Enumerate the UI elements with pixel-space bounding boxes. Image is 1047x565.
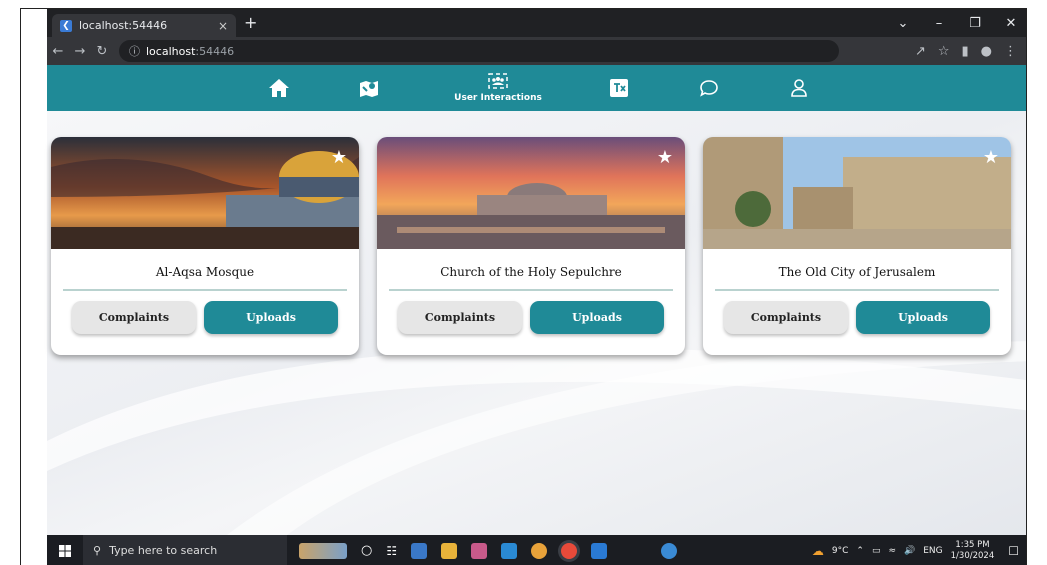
map-icon [360,81,378,97]
share-icon[interactable]: ↗ [915,44,926,59]
nav-user-interactions-label: User Interactions [454,93,542,103]
nav-chat[interactable] [689,65,729,111]
file-app-icon[interactable] [411,542,428,559]
taskbar-apps: ○ ☷ [299,542,678,559]
nav-translate[interactable] [599,65,639,111]
search-placeholder: Type here to search [109,544,218,557]
tray-overflow-icon[interactable]: ⌃ [856,546,864,556]
app-navbar: User Interactions [47,65,1026,111]
toolbar-actions: ↗ ☆ ▮ ● ⋮ [915,44,1026,59]
nav-map[interactable] [349,65,389,111]
restore-button[interactable]: ❐ [957,16,993,31]
windows-logo-icon [59,544,71,557]
uploads-button[interactable]: Uploads [204,301,338,334]
vscode-icon[interactable] [591,542,608,559]
back-icon[interactable]: ← [47,44,69,59]
profile-icon [791,79,807,97]
favorite-star-icon[interactable]: ★ [983,147,999,168]
new-tab-button[interactable]: + [244,13,257,32]
search-highlight-icon[interactable] [299,542,347,559]
profile-avatar-icon[interactable]: ● [981,44,992,59]
old-city-photo [703,137,1011,249]
home-icon [269,79,289,97]
site-info-icon[interactable]: ⓘ [129,43,140,59]
al-aqsa-photo [51,137,359,249]
volume-icon[interactable]: 🔊 [904,546,915,556]
site-card[interactable]: ★ Al-Aqsa Mosque Complaints Uploads [51,137,359,355]
browser-tab[interactable]: ❮ localhost:54446 × [52,14,236,37]
holy-sepulchre-photo [377,137,685,249]
weather-icon[interactable]: ☁ [812,544,824,558]
chat-icon [700,80,718,97]
taskbar-clock[interactable]: 1:35 PM 1/30/2024 [951,540,995,562]
site-card[interactable]: ★ Church of the Holy Sepulchre Complaint… [377,137,685,355]
translate-icon [610,79,628,97]
chrome-active-icon[interactable] [561,542,578,559]
title-divider [715,289,999,291]
browser-tab-bar: ❮ localhost:54446 × + ⌄ – ❐ ✕ [47,9,1026,37]
url-host: localhost [146,44,196,58]
taskbar-search[interactable]: ⚲ Type here to search [83,535,287,565]
search-icon: ⚲ [93,544,102,557]
url-port: :54446 [195,44,235,58]
battery-icon[interactable]: ▭ [872,546,881,556]
tab-close-icon[interactable]: × [218,19,228,33]
menu-kebab-icon[interactable]: ⋮ [1004,44,1017,59]
start-button[interactable] [47,535,83,565]
mail-icon[interactable] [501,542,518,559]
uploads-button[interactable]: Uploads [530,301,664,334]
reload-icon[interactable]: ↻ [91,44,113,59]
language-indicator[interactable]: ENG [923,546,942,556]
title-divider [63,289,347,291]
site-title: The Old City of Jerusalem [778,265,936,279]
system-tray: ☁ 9°C ⌃ ▭ ≈ 🔊 ENG 1:35 PM 1/30/2024 ☐ [812,540,1026,562]
address-toolbar: ← → ↻ ⓘ localhost:54446 ↗ ☆ ▮ ● ⋮ [47,37,1026,65]
favorite-star-icon[interactable]: ★ [331,147,347,168]
clock-time: 1:35 PM [955,539,990,550]
uploads-button[interactable]: Uploads [856,301,990,334]
windows-taskbar: ⚲ Type here to search ○ ☷ ☁ 9°C ⌃ ▭ ≈ 🔊 … [47,535,1026,565]
complaints-button[interactable]: Complaints [72,301,196,334]
weather-temp[interactable]: 9°C [832,546,849,556]
user-interactions-icon [488,73,508,89]
complaints-button[interactable]: Complaints [398,301,522,334]
network-icon[interactable]: ≈ [888,546,896,556]
title-divider [389,289,673,291]
cortana-icon[interactable]: ○ [361,543,372,558]
browser-nav-buttons: ← → ↻ [47,44,113,59]
notification-icon[interactable]: ☐ [1008,544,1019,558]
minimize-button[interactable]: – [921,16,957,31]
chrome-icon[interactable] [531,542,548,559]
tab-search-icon[interactable]: ⌄ [885,16,921,31]
help-icon[interactable] [661,542,678,559]
screen-frame: ❮ localhost:54446 × + ⌄ – ❐ ✕ ← → ↻ ⓘ loca… [20,8,1027,565]
url-bar[interactable]: ⓘ localhost:54446 [119,40,839,62]
paint-app-icon[interactable] [471,542,488,559]
task-view-icon[interactable]: ☷ [386,544,397,558]
forward-icon[interactable]: → [69,44,91,59]
favorite-star-icon[interactable]: ★ [657,147,673,168]
file-explorer-icon[interactable] [441,542,458,559]
site-card[interactable]: ★ The Old City of Jerusalem Complaints U… [703,137,1011,355]
site-title: Al-Aqsa Mosque [155,265,255,279]
window-controls: ⌄ – ❐ ✕ [885,9,1026,37]
favicon-icon: ❮ [60,19,72,32]
bookmark-star-icon[interactable]: ☆ [938,44,950,59]
clock-date: 1/30/2024 [950,550,995,561]
nav-home[interactable] [259,65,299,111]
complaints-button[interactable]: Complaints [724,301,848,334]
tab-title: localhost:54446 [79,19,168,32]
nav-user-interactions[interactable]: User Interactions [449,65,547,111]
close-window-button[interactable]: ✕ [993,16,1026,31]
side-panel-icon[interactable]: ▮ [962,44,969,59]
nav-profile[interactable] [779,65,819,111]
site-title: Church of the Holy Sepulchre [440,265,622,279]
main-content: ★ Al-Aqsa Mosque Complaints Uploads ★ Ch… [47,111,1026,535]
